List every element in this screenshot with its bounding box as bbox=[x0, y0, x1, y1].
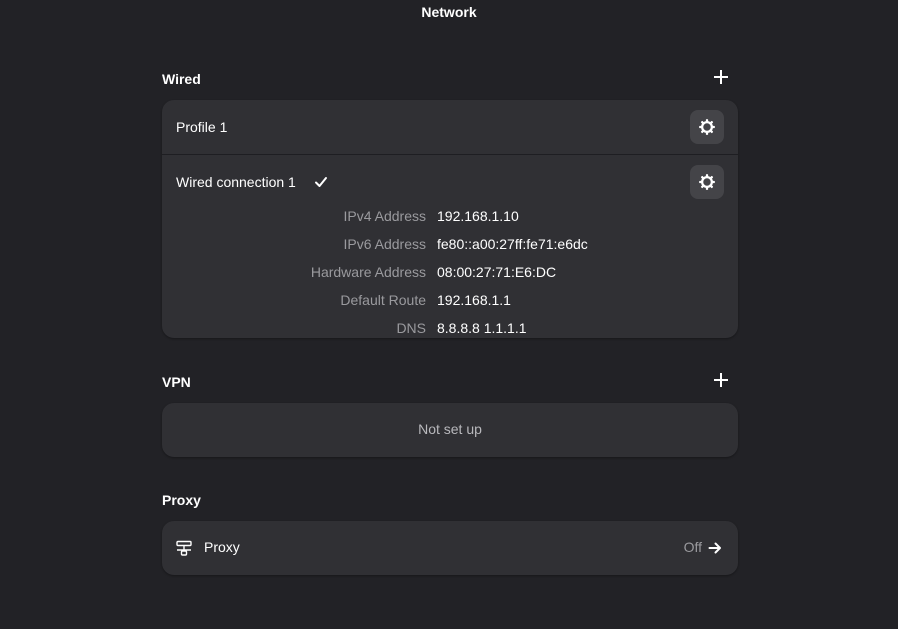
dns-label: DNS bbox=[396, 320, 426, 336]
wired-section-header: Wired bbox=[162, 64, 738, 94]
plus-icon bbox=[714, 373, 728, 387]
checkmark-icon bbox=[315, 177, 327, 187]
proxy-row[interactable]: Proxy Off bbox=[162, 521, 738, 575]
hardware-address-label: Hardware Address bbox=[310, 264, 426, 280]
proxy-status-value: Off bbox=[683, 539, 702, 555]
add-wired-connection-button[interactable] bbox=[710, 66, 732, 88]
gear-icon bbox=[699, 174, 715, 190]
ipv4-address-label: IPv4 Address bbox=[343, 208, 427, 224]
proxy-row-label: Proxy bbox=[204, 539, 240, 555]
plus-icon bbox=[714, 70, 728, 84]
vpn-empty-text: Not set up bbox=[418, 421, 482, 437]
profile-settings-button[interactable] bbox=[690, 110, 724, 144]
ipv6-address-value: fe80::a00:27ff:fe71:e6dc bbox=[437, 236, 588, 252]
default-route-label: Default Route bbox=[340, 292, 426, 308]
network-proxy-icon bbox=[176, 540, 192, 556]
window-title: Network bbox=[421, 4, 477, 20]
wired-card: Profile 1 Wired connection 1 IPv4 Addres… bbox=[162, 100, 738, 338]
default-route-value: 192.168.1.1 bbox=[437, 292, 511, 308]
wired-connection-label: Wired connection 1 bbox=[176, 174, 296, 190]
vpn-card: Not set up bbox=[162, 403, 738, 457]
wired-connection-settings-button[interactable] bbox=[690, 165, 724, 199]
vpn-section-title: VPN bbox=[162, 374, 191, 390]
add-vpn-button[interactable] bbox=[710, 369, 732, 391]
proxy-section-header: Proxy bbox=[162, 485, 738, 515]
wired-card-divider bbox=[162, 154, 738, 155]
ipv6-address-label: IPv6 Address bbox=[343, 236, 427, 252]
gear-icon bbox=[699, 119, 715, 135]
proxy-section-title: Proxy bbox=[162, 492, 201, 508]
wired-section-title: Wired bbox=[162, 71, 201, 87]
dns-value: 8.8.8.8 1.1.1.1 bbox=[437, 320, 527, 336]
vpn-section-header: VPN bbox=[162, 367, 738, 397]
hardware-address-value: 08:00:27:71:E6:DC bbox=[437, 264, 557, 280]
arrow-right-icon bbox=[708, 542, 721, 554]
ipv4-address-value: 192.168.1.10 bbox=[437, 208, 519, 224]
wired-profile-label: Profile 1 bbox=[176, 119, 228, 135]
